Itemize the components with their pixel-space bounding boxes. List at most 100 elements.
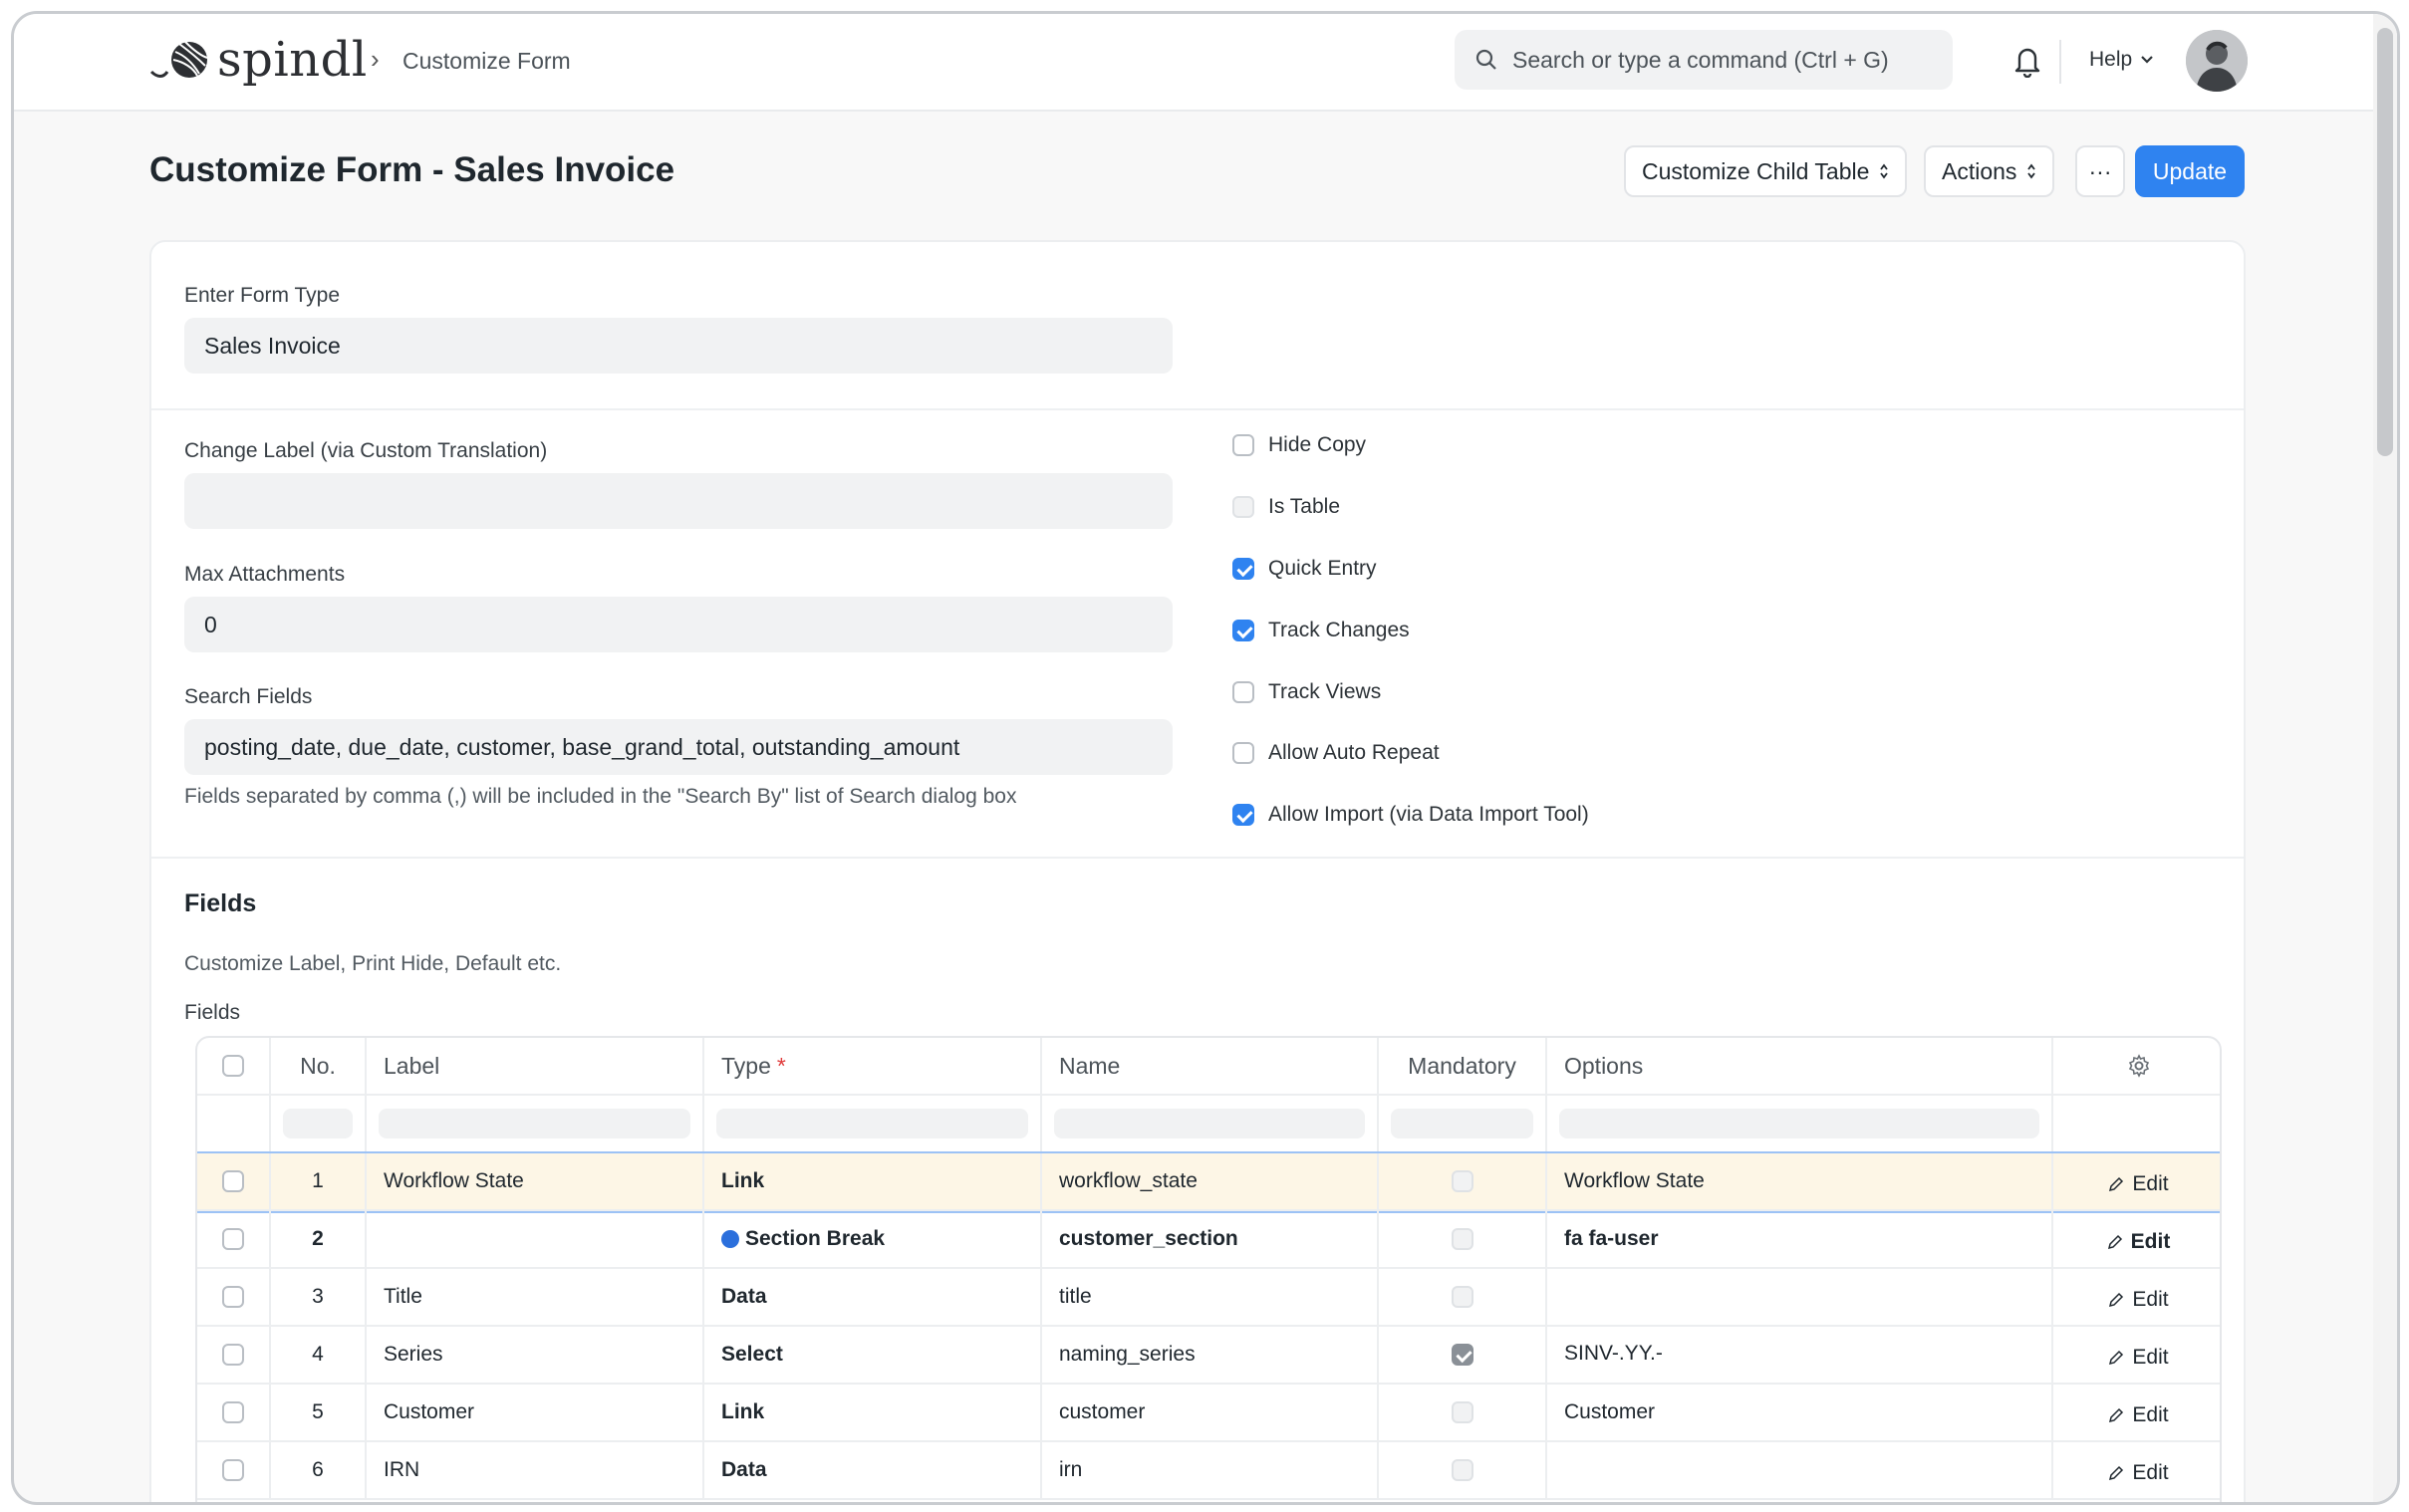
checkbox-box	[1232, 804, 1254, 826]
filter-label-cell	[367, 1096, 704, 1151]
row-edit-button[interactable]: Edit	[2108, 1403, 2169, 1427]
row-edit-button[interactable]: Edit	[2108, 1172, 2169, 1196]
scrollbar-thumb[interactable]	[2377, 28, 2393, 456]
row-checkbox[interactable]	[222, 1228, 244, 1250]
row-edit-cell: Edit	[2053, 1385, 2220, 1440]
row-type: Data	[704, 1442, 1042, 1498]
row-checkbox[interactable]	[222, 1286, 244, 1308]
quick-entry-checkbox[interactable]: Quick Entry	[1232, 557, 1377, 581]
allow-import-checkbox[interactable]: Allow Import (via Data Import Tool)	[1232, 803, 1589, 827]
pencil-icon	[2109, 1176, 2124, 1192]
is-table-checkbox[interactable]: Is Table	[1232, 495, 1340, 519]
row-select-cell	[197, 1327, 271, 1383]
header-type: Type *	[704, 1038, 1042, 1094]
mandatory-checkbox	[1451, 1459, 1473, 1481]
filter-label-input[interactable]	[379, 1109, 690, 1138]
grid-filter-row	[197, 1096, 2220, 1153]
row-edit-button[interactable]: Edit	[2108, 1288, 2169, 1312]
row-edit-button[interactable]: Edit	[2108, 1461, 2169, 1485]
help-label: Help	[2089, 48, 2133, 71]
gear-icon[interactable]	[2127, 1054, 2151, 1078]
row-type: Data	[704, 1269, 1042, 1325]
mandatory-checkbox	[1451, 1344, 1473, 1366]
section-divider	[151, 408, 2244, 410]
filter-spacer	[197, 1096, 271, 1151]
row-checkbox[interactable]	[222, 1459, 244, 1481]
form-type-input[interactable]: Sales Invoice	[184, 318, 1173, 374]
update-button[interactable]: Update	[2135, 145, 2245, 197]
table-row[interactable]: 2 Section Break customer_section fa fa-u…	[197, 1211, 2220, 1269]
edit-label: Edit	[2130, 1230, 2171, 1253]
row-mandatory	[1379, 1211, 1547, 1267]
row-checkbox[interactable]	[222, 1344, 244, 1366]
track-views-checkbox[interactable]: Track Views	[1232, 680, 1381, 704]
pencil-icon	[2107, 1234, 2122, 1250]
breadcrumb-current[interactable]: Customize Form	[402, 48, 571, 75]
page-scrollbar[interactable]	[2373, 14, 2397, 1502]
hide-copy-checkbox[interactable]: Hide Copy	[1232, 433, 1366, 457]
select-all-checkbox[interactable]	[222, 1055, 244, 1077]
checkbox-box	[1232, 434, 1254, 456]
allow-auto-repeat-checkbox[interactable]: Allow Auto Repeat	[1232, 741, 1440, 765]
search-icon	[1475, 49, 1496, 70]
filter-type-input[interactable]	[716, 1109, 1028, 1138]
table-row[interactable]: 6 IRN Data irn Edit	[197, 1442, 2220, 1500]
section-divider	[151, 857, 2244, 859]
row-options	[1547, 1442, 2053, 1498]
row-select-cell	[197, 1153, 271, 1209]
row-edit-button[interactable]: Edit	[2107, 1230, 2171, 1254]
more-options-button[interactable]: ···	[2075, 145, 2125, 197]
help-dropdown[interactable]: Help	[2089, 48, 2154, 72]
row-label: Series	[367, 1327, 704, 1383]
search-input[interactable]: Search or type a command (Ctrl + G)	[1455, 30, 1953, 90]
actions-button[interactable]: Actions	[1924, 145, 2055, 197]
checkbox-box	[1232, 681, 1254, 703]
table-row[interactable]: 1 Workflow State Link workflow_state Wor…	[197, 1151, 2220, 1213]
row-checkbox[interactable]	[222, 1170, 244, 1192]
search-fields-value: posting_date, due_date, customer, base_g…	[204, 733, 960, 760]
filter-options-input[interactable]	[1559, 1109, 2039, 1138]
header-type-label: Type	[721, 1052, 771, 1079]
row-no: 3	[271, 1269, 367, 1325]
change-label-input[interactable]	[184, 473, 1173, 529]
checkbox-box	[1232, 620, 1254, 641]
logo-text: spindl	[217, 32, 368, 88]
customize-child-table-button[interactable]: Customize Child Table	[1624, 145, 1908, 197]
header-mandatory: Mandatory	[1379, 1038, 1547, 1094]
checkbox-box	[1232, 496, 1254, 518]
filter-name-input[interactable]	[1054, 1109, 1365, 1138]
row-select-cell	[197, 1211, 271, 1267]
row-checkbox[interactable]	[222, 1401, 244, 1423]
header-name: Name	[1042, 1038, 1379, 1094]
row-type: Select	[704, 1327, 1042, 1383]
breadcrumb-chevron-icon: ›	[371, 44, 380, 74]
grid-header-row: No. Label Type * Name Mandatory Options	[197, 1038, 2220, 1096]
row-label: Customer	[367, 1385, 704, 1440]
row-name: customer	[1042, 1385, 1379, 1440]
track-changes-label: Track Changes	[1268, 619, 1410, 641]
filter-no-cell	[271, 1096, 367, 1151]
search-fields-input[interactable]: posting_date, due_date, customer, base_g…	[184, 719, 1173, 775]
filter-mandatory-input[interactable]	[1391, 1109, 1533, 1138]
notification-bell-icon[interactable]	[2011, 44, 2043, 78]
edit-label: Edit	[2132, 1172, 2169, 1195]
table-row[interactable]: 5 Customer Link customer Customer Edit	[197, 1385, 2220, 1442]
sort-updown-icon	[2027, 163, 2036, 179]
fields-grid-label: Fields	[184, 1001, 241, 1024]
fields-section-description: Customize Label, Print Hide, Default etc…	[184, 952, 562, 975]
chevron-down-icon	[2141, 56, 2153, 64]
table-row[interactable]: 3 Title Data title Edit	[197, 1269, 2220, 1327]
row-edit-cell: Edit	[2053, 1153, 2220, 1209]
row-mandatory	[1379, 1327, 1547, 1383]
user-avatar[interactable]	[2186, 30, 2248, 92]
filter-no-input[interactable]	[283, 1109, 353, 1138]
edit-label: Edit	[2132, 1346, 2169, 1369]
track-changes-checkbox[interactable]: Track Changes	[1232, 619, 1410, 642]
table-row[interactable]: 4 Series Select naming_series SINV-.YY.-…	[197, 1327, 2220, 1385]
row-edit-button[interactable]: Edit	[2108, 1346, 2169, 1370]
row-label: Title	[367, 1269, 704, 1325]
app-logo[interactable]: spindl	[149, 30, 368, 90]
max-attachments-input[interactable]: 0	[184, 597, 1173, 652]
quick-entry-label: Quick Entry	[1268, 557, 1377, 580]
max-attachments-label: Max Attachments	[184, 563, 346, 586]
